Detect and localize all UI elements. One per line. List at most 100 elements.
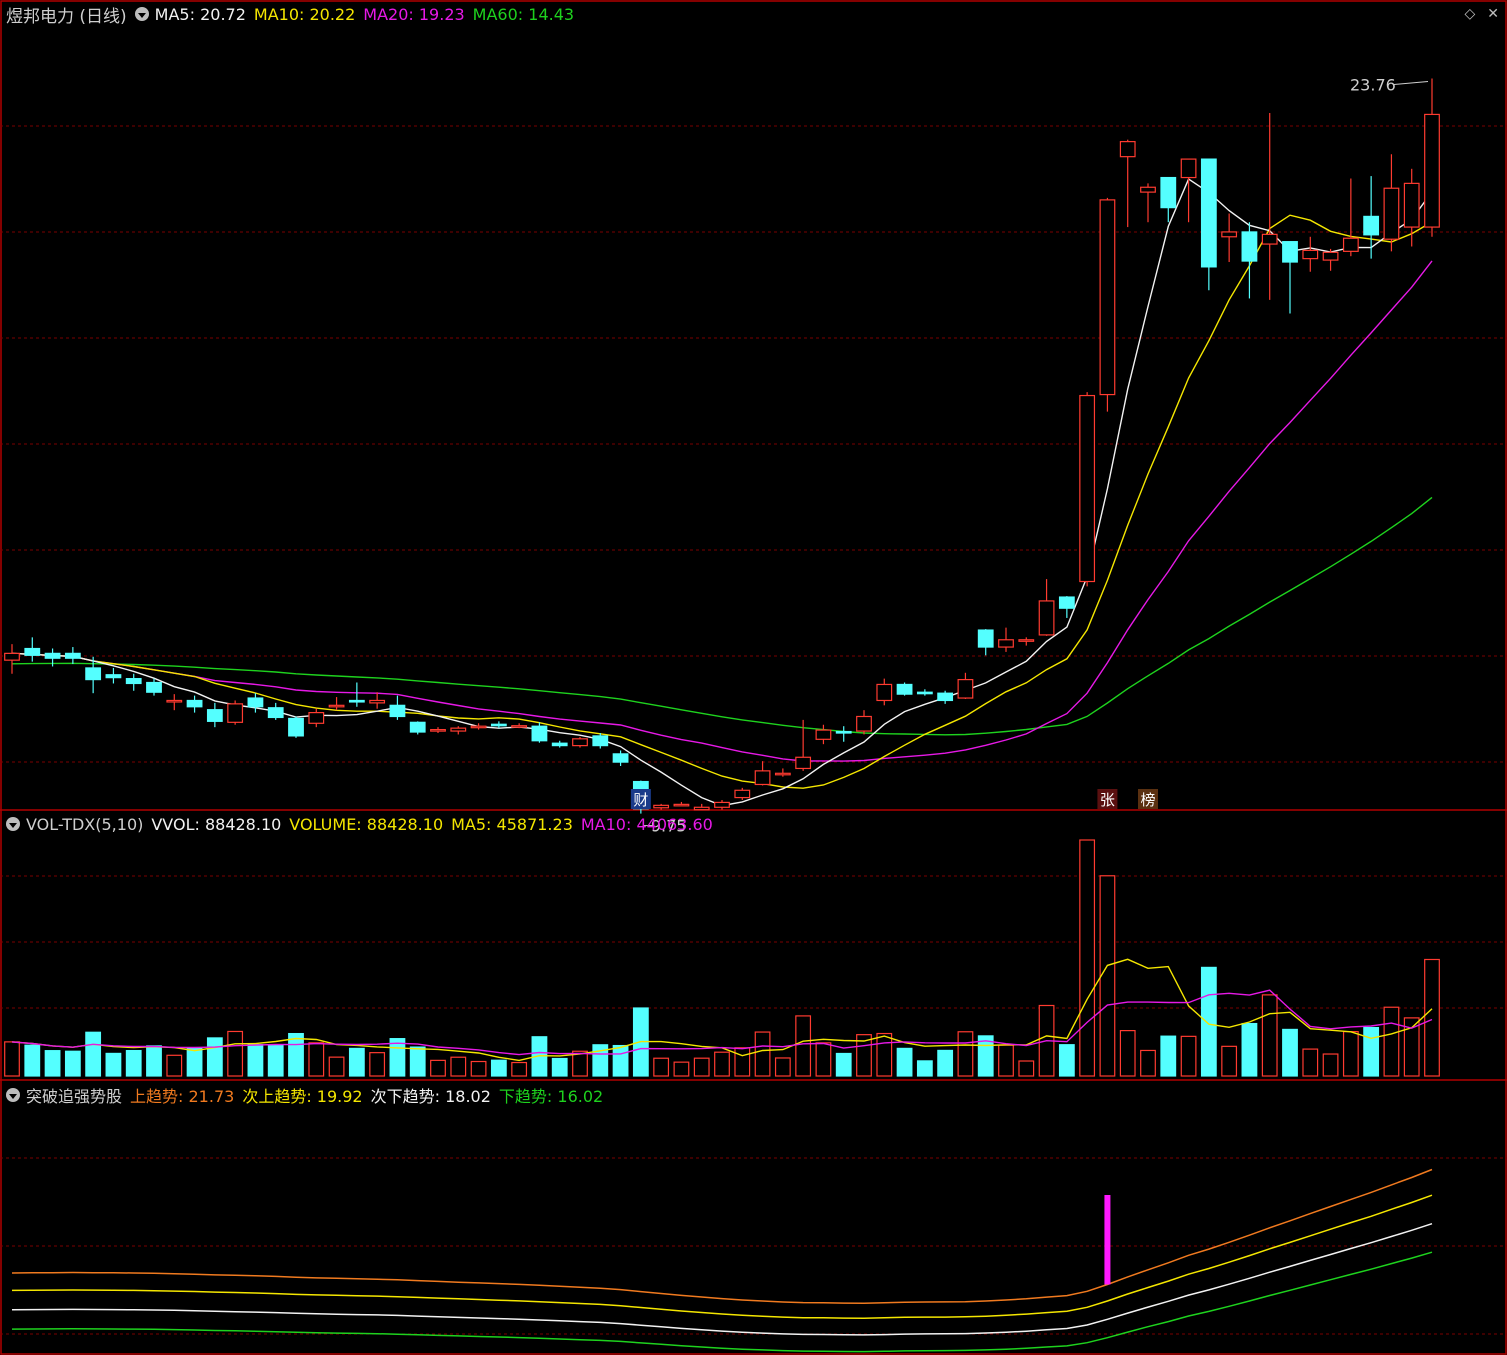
volume-settings-icon[interactable]	[6, 817, 20, 831]
price-panel-header: 煜邦电力 (日线) MA5: 20.72 MA10: 20.22 MA20: 1…	[6, 1, 582, 27]
volume-bar	[348, 1047, 365, 1077]
candle-body	[551, 742, 568, 747]
volume-bar	[1363, 1026, 1380, 1077]
trend-up2-label: 次上趋势: 19.92	[242, 1087, 363, 1106]
candle-body	[1363, 215, 1380, 236]
volume-panel-header: VOL-TDX(5,10) VVOL: 88428.10 VOLUME: 884…	[6, 811, 721, 837]
candle-body	[1282, 241, 1298, 263]
ma10-label: MA10: 20.22	[253, 4, 356, 24]
volume-bar	[430, 1059, 446, 1077]
volume-bar	[389, 1038, 406, 1077]
volume-bar	[1160, 1035, 1177, 1077]
volume-bar	[64, 1050, 81, 1077]
volume-bar	[1079, 839, 1096, 1077]
candle-body	[754, 770, 771, 786]
trend-indicator-name[interactable]: 突破追强势股	[26, 1083, 122, 1107]
candle-body	[673, 803, 690, 807]
volume-bar	[734, 1047, 751, 1077]
candle-body	[734, 789, 751, 799]
diamond-icon[interactable]: ◇	[1464, 6, 1475, 22]
vol-ma5-label: MA5: 45871.23	[451, 814, 573, 834]
close-icon[interactable]: ✕	[1487, 6, 1499, 22]
volume-bar	[308, 1042, 325, 1077]
candle-body	[531, 725, 548, 742]
candle-body	[1261, 233, 1278, 245]
volume-bar	[247, 1044, 264, 1077]
stock-title[interactable]: 煜邦电力 (日线)	[6, 2, 127, 27]
volume-bar	[369, 1052, 386, 1077]
settings-toggle-icon[interactable]	[134, 7, 149, 21]
volume-bar	[4, 1041, 20, 1077]
volume-bar	[328, 1056, 345, 1077]
candle-body	[998, 639, 1014, 648]
volume-bar	[896, 1047, 913, 1077]
volume-bar	[714, 1051, 730, 1077]
candle-body	[612, 753, 629, 763]
candle-body	[714, 801, 730, 808]
candle-body	[308, 712, 325, 724]
candle-body	[572, 738, 588, 747]
candle-body	[348, 699, 365, 703]
trend-up2-line	[11, 1194, 1433, 1319]
marker-zhang: 张	[1100, 791, 1115, 809]
candle-body	[1018, 639, 1035, 642]
volume-bar	[1383, 1006, 1400, 1077]
candle-body	[1099, 199, 1116, 396]
stock-chart-stage[interactable]: 23.76 9.75 财张榜 煜邦电力 (日线) MA5: 20.72 MA10: …	[0, 0, 1507, 1355]
candle-body	[977, 629, 994, 648]
candle-body	[24, 647, 41, 656]
volume-bar	[1200, 966, 1217, 1077]
chart-canvas[interactable]: 23.769.75财张榜	[0, 0, 1507, 1355]
volume-bar	[998, 1044, 1014, 1077]
volume-bar	[693, 1057, 710, 1077]
volume-bar	[673, 1061, 690, 1077]
candle-body	[105, 674, 122, 679]
window-controls: ◇ ✕	[1452, 6, 1499, 22]
candle-body	[1403, 182, 1420, 228]
volume-label: VOLUME: 88428.10	[289, 814, 444, 834]
candle-body	[774, 772, 791, 776]
volume-ma5-line	[11, 958, 1433, 1062]
candle-body	[957, 678, 974, 699]
candle-body	[186, 699, 203, 708]
candle-body	[592, 735, 609, 747]
volume-bar	[166, 1054, 183, 1077]
volume-bar	[146, 1045, 162, 1077]
candle-body	[856, 715, 872, 732]
volume-bar	[1424, 958, 1440, 1077]
volume-bar	[774, 1057, 791, 1077]
candle-body	[1160, 176, 1177, 209]
outer-frame	[0, 0, 1507, 1355]
volume-bar	[916, 1060, 933, 1077]
volume-bar	[937, 1049, 954, 1077]
candle-body	[693, 806, 710, 811]
volume-bar	[470, 1060, 487, 1077]
candle-body	[288, 717, 304, 737]
volume-bar	[795, 1015, 812, 1077]
candle-body	[1241, 231, 1258, 262]
volume-bar	[186, 1047, 203, 1077]
volume-bar	[876, 1032, 893, 1077]
candle-body	[470, 725, 487, 729]
volume-bar	[511, 1061, 528, 1077]
candle-body	[1221, 231, 1238, 238]
volume-bar	[1302, 1048, 1319, 1077]
trend-down2-label: 次下趋势: 18.02	[370, 1087, 491, 1106]
volume-bar	[267, 1044, 284, 1077]
volume-indicator-name[interactable]: VOL-TDX(5,10)	[26, 815, 143, 834]
candle-body	[1424, 113, 1440, 228]
breakout-signal-bar	[1104, 1195, 1111, 1285]
volume-bar	[754, 1031, 771, 1077]
volume-bar	[206, 1037, 223, 1077]
candle-body	[409, 721, 426, 733]
candle-body	[1302, 249, 1319, 260]
volume-bar	[653, 1057, 670, 1077]
candle-body	[1140, 186, 1156, 193]
candle-body	[247, 697, 264, 708]
trend-up-line	[11, 1168, 1433, 1304]
volume-bar	[227, 1030, 244, 1077]
candle-body	[450, 727, 467, 732]
candle-body	[653, 804, 670, 809]
trend-settings-icon[interactable]	[6, 1088, 20, 1102]
volume-bar	[1261, 994, 1278, 1077]
